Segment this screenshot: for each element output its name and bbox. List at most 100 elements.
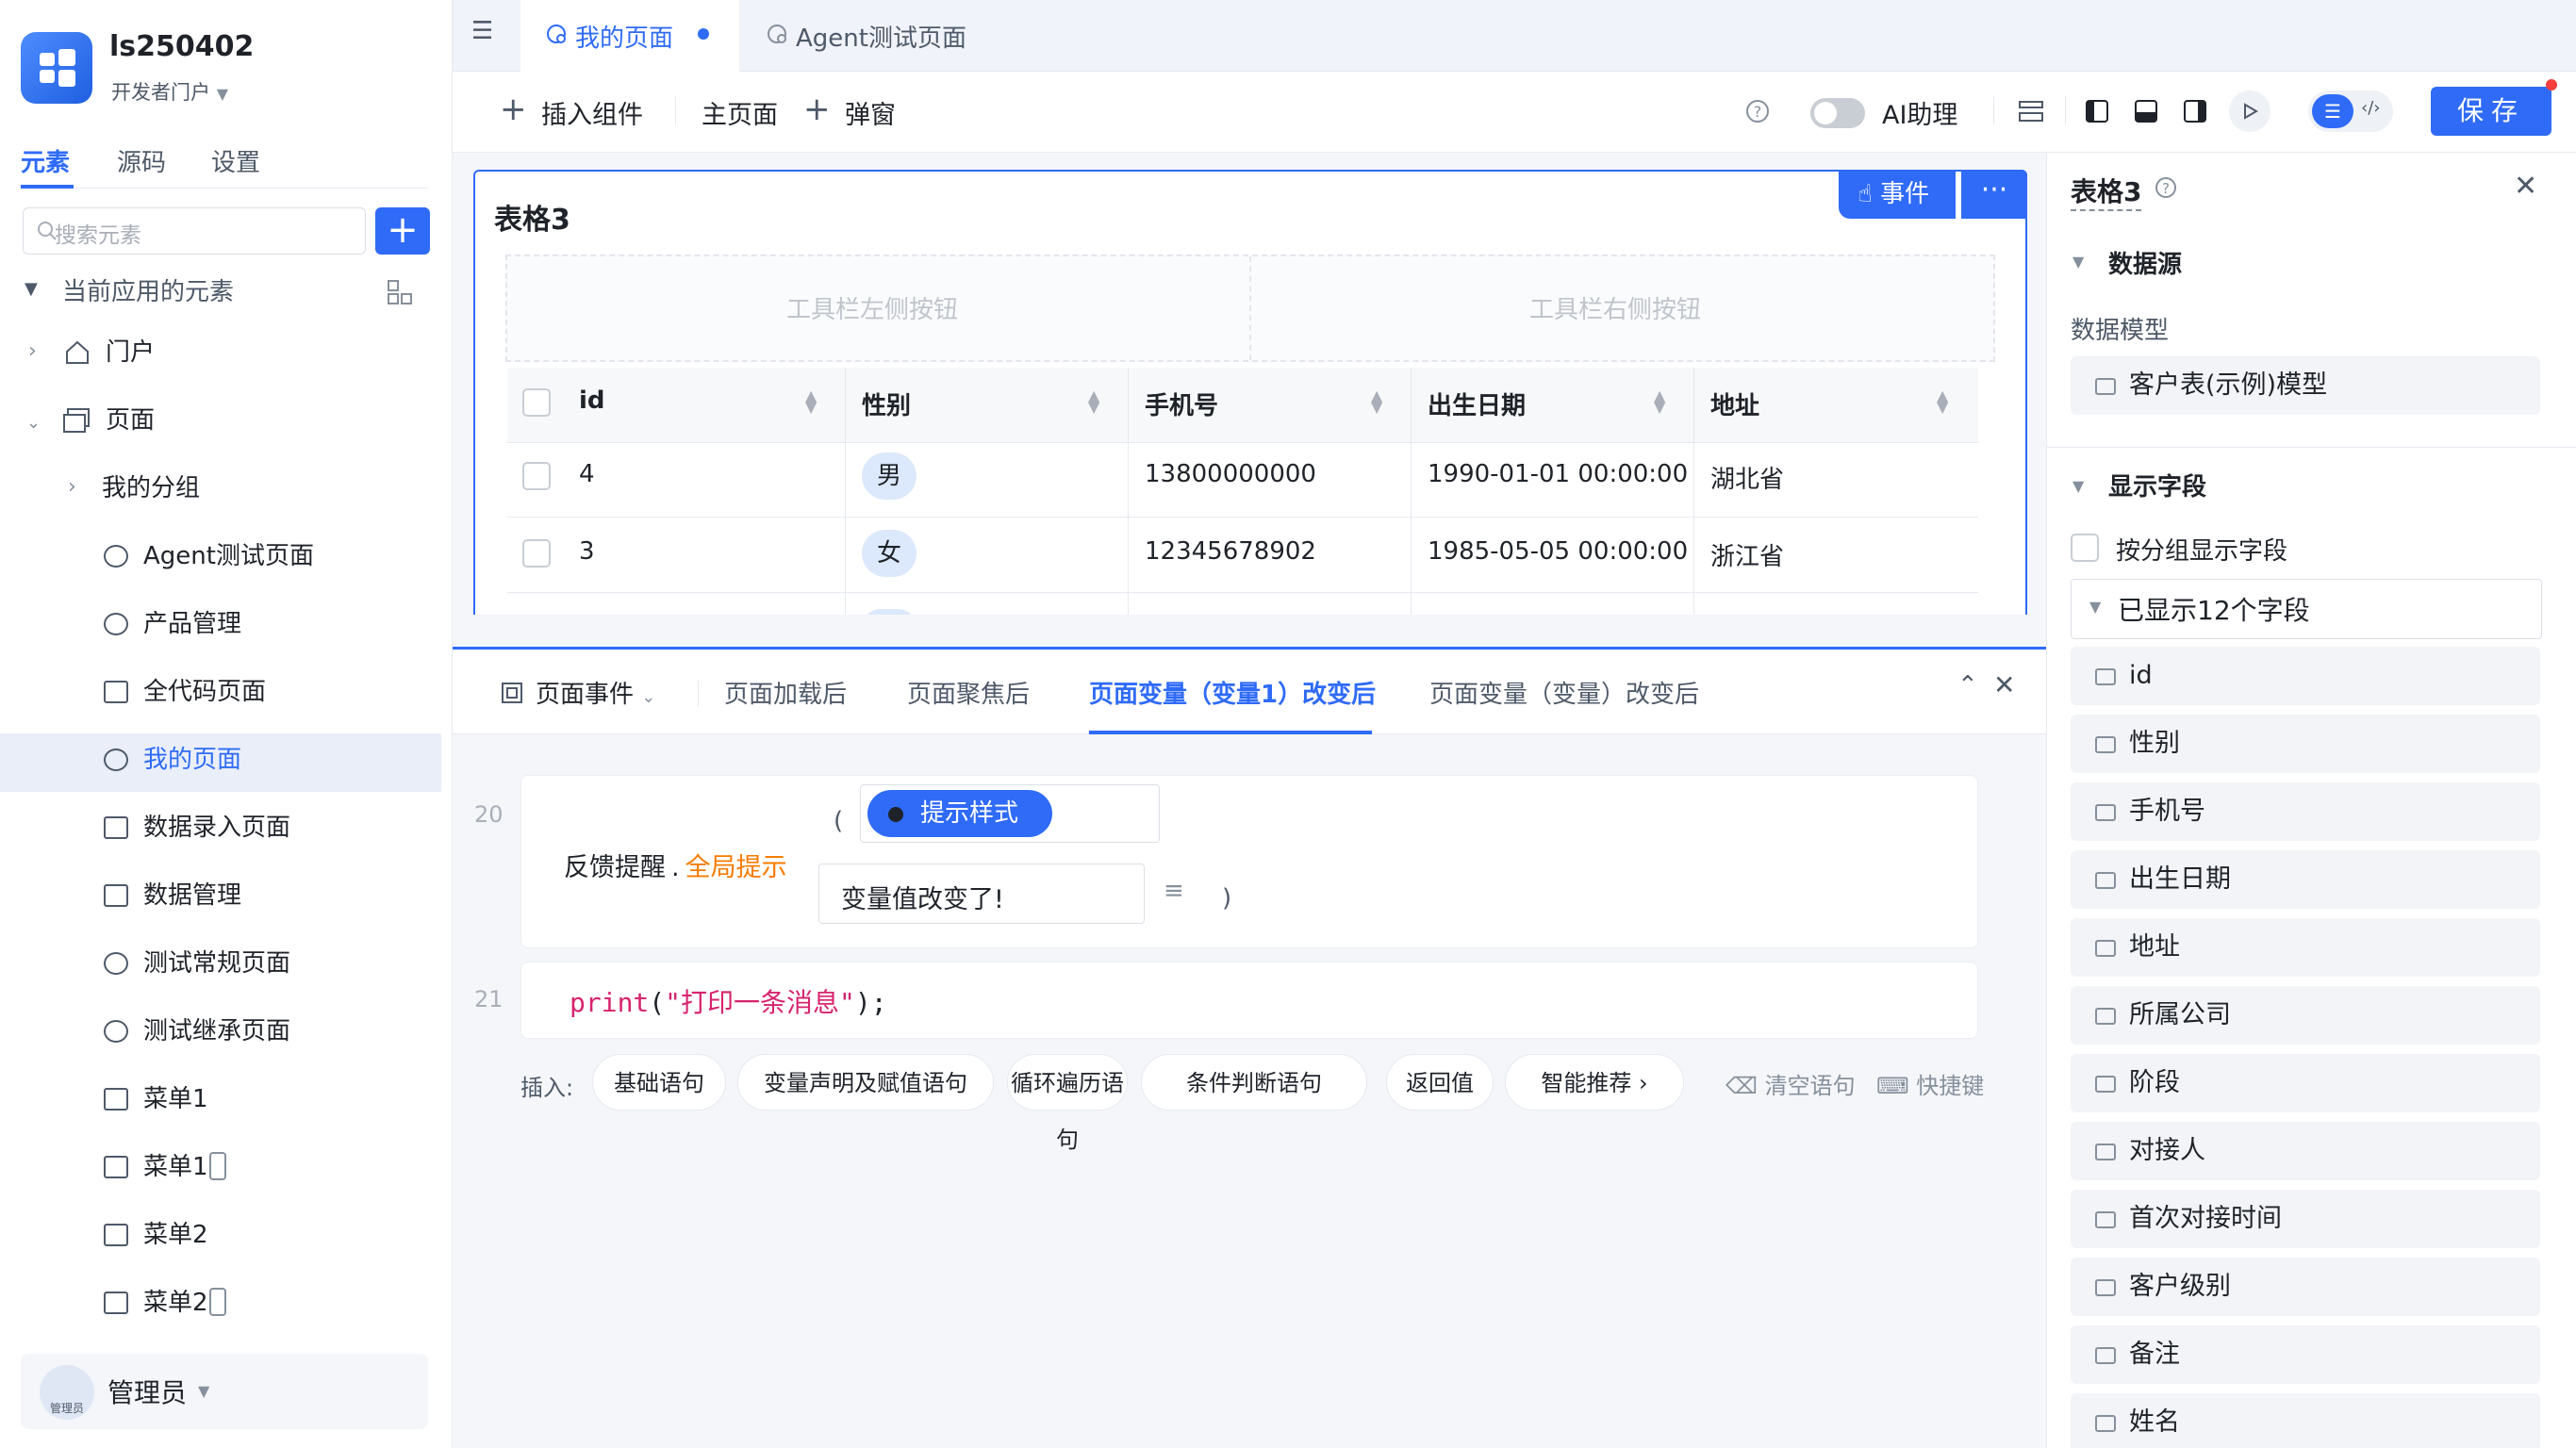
left-toolbar-placeholder[interactable]: 工具栏左侧按钮 — [786, 290, 958, 325]
tree-item-page[interactable]: 测试常规页面 — [143, 935, 290, 992]
table-cell: 1985-05-05 00:00:00 — [1428, 537, 1689, 566]
field-item[interactable]: 手机号 — [2071, 782, 2540, 841]
select-all-checkbox[interactable] — [522, 388, 551, 417]
tree-item-page[interactable]: 全代码页面 — [143, 664, 266, 720]
sort-icon[interactable]: ▲ ▼ — [805, 388, 817, 415]
tab-elements[interactable]: 元素 — [21, 143, 70, 178]
tree-item-page[interactable]: 数据录入页面 — [143, 799, 290, 856]
close-icon[interactable]: ✕ — [2514, 170, 2537, 203]
right-toolbar-placeholder[interactable]: 工具栏右侧按钮 — [1529, 290, 1701, 325]
tab-settings[interactable]: 设置 — [211, 143, 260, 178]
event-button[interactable]: ☝ 事件 — [1839, 170, 1956, 219]
tree-item-page[interactable]: 菜单2 — [143, 1207, 208, 1263]
code-mode-icon[interactable]: ‹/› — [2361, 98, 2380, 118]
field-item[interactable]: 性别 — [2071, 715, 2540, 773]
insert-chip[interactable]: 循环遍历语句 — [1007, 1054, 1128, 1153]
add-element-button[interactable]: + — [375, 207, 430, 255]
structure-icon[interactable] — [387, 279, 413, 305]
insert-chip[interactable]: 智能推荐 › — [1505, 1054, 1684, 1111]
group-display-checkbox[interactable] — [2071, 534, 2099, 562]
shortcut-button[interactable]: ⌨ 快捷键 — [1876, 1067, 1984, 1100]
column-header[interactable]: 出生日期 — [1428, 387, 1526, 421]
table-cell: 13800000000 — [1145, 460, 1316, 488]
tab-page-load[interactable]: 页面加载后 — [724, 675, 847, 710]
collapse-sidebar-icon[interactable]: ☰ — [471, 17, 493, 45]
field-item[interactable]: 姓名 — [2071, 1393, 2540, 1448]
bottom-panel-icon[interactable] — [2133, 98, 2159, 124]
column-header[interactable]: id — [579, 387, 605, 415]
portal-selector[interactable]: 开发者门户 ▼ — [111, 77, 228, 106]
tree-item-portal[interactable]: 门户 — [106, 324, 155, 381]
field-item[interactable]: 首次对接时间 — [2071, 1190, 2540, 1248]
tab-page-focus[interactable]: 页面聚焦后 — [907, 675, 1030, 710]
collapse-icon[interactable]: ▼ — [2072, 253, 2084, 271]
sort-icon[interactable]: ▲ ▼ — [1937, 388, 1948, 415]
tab-var-change[interactable]: 页面变量（变量）改变后 — [1429, 675, 1699, 710]
field-item[interactable]: 地址 — [2071, 918, 2540, 977]
ai-toggle[interactable] — [1810, 98, 1865, 128]
chevron-down-icon[interactable]: ⌄ — [26, 413, 41, 433]
caret-down-icon[interactable]: ▼ — [198, 1382, 209, 1400]
insert-component-button[interactable]: 插入组件 — [541, 94, 643, 131]
field-item[interactable]: id — [2071, 647, 2540, 705]
event-type-select[interactable]: 页面事件 ⌄ — [536, 675, 655, 710]
column-header[interactable]: 性别 — [862, 387, 911, 421]
tree-item-page[interactable]: Agent测试页面 — [143, 528, 314, 584]
sort-icon[interactable]: ▲ ▼ — [1088, 388, 1099, 415]
sort-icon[interactable]: ▲ ▼ — [1371, 388, 1382, 415]
wrap-icon[interactable]: ≡ — [1164, 877, 1184, 905]
save-button[interactable]: 保存 — [2431, 87, 2551, 136]
tree-item-page[interactable]: 菜单1 — [143, 1071, 208, 1127]
main-page-button[interactable]: 主页面 — [702, 94, 778, 131]
popup-button[interactable]: 弹窗 — [845, 94, 896, 131]
field-item[interactable]: 出生日期 — [2071, 850, 2540, 909]
ai-assistant-label: AI助理 — [1882, 101, 1958, 130]
field-item[interactable]: 阶段 — [2071, 1054, 2540, 1112]
chevron-right-icon[interactable]: › — [28, 339, 37, 363]
left-panel-icon[interactable] — [2084, 98, 2110, 124]
collapse-icon[interactable]: ▼ — [2072, 477, 2084, 495]
close-icon[interactable]: ✕ — [1993, 669, 2015, 700]
column-header[interactable]: 地址 — [1710, 387, 1759, 421]
field-type-icon — [2095, 871, 2116, 889]
more-options-button[interactable]: ··· — [1961, 170, 2027, 219]
row-checkbox[interactable] — [522, 539, 551, 568]
collapse-icon[interactable]: ▼ — [25, 279, 38, 299]
page-icon — [768, 25, 786, 43]
tree-item-page[interactable]: 菜单1 — [143, 1139, 208, 1195]
tree-item-page[interactable]: 产品管理 — [143, 596, 241, 652]
tree-item-page[interactable]: 我的页面 — [143, 732, 241, 788]
tab-divider — [21, 188, 428, 189]
tree-item-page[interactable]: 测试继承页面 — [143, 1003, 290, 1060]
insert-chip[interactable]: 返回值 — [1386, 1054, 1494, 1111]
insert-chip[interactable]: 条件判断语句 — [1141, 1054, 1367, 1111]
clear-statements-button[interactable]: ⌫ 清空语句 — [1726, 1067, 1856, 1100]
chevron-right-icon[interactable]: › — [68, 475, 76, 499]
tree-item-page[interactable]: 菜单2 — [143, 1275, 208, 1331]
help-icon[interactable]: ? — [1744, 98, 1771, 124]
data-model-select[interactable]: 客户表(示例)模型 — [2071, 356, 2540, 415]
tree-item-page[interactable]: 数据管理 — [143, 867, 241, 924]
datasource-section[interactable]: 数据源 — [2108, 245, 2182, 280]
field-item[interactable]: 对接人 — [2071, 1122, 2540, 1180]
field-item[interactable]: 所属公司 — [2071, 986, 2540, 1045]
layout-icon[interactable] — [2018, 100, 2044, 123]
tree-item-pages[interactable]: 页面 — [106, 392, 155, 449]
insert-chip[interactable]: 基础语句 — [592, 1054, 726, 1111]
tab-agent-test[interactable]: Agent测试页面 — [796, 19, 966, 54]
field-item[interactable]: 备注 — [2071, 1325, 2540, 1384]
column-header[interactable]: 手机号 — [1145, 387, 1218, 421]
help-icon[interactable]: ? — [2154, 175, 2178, 200]
sort-icon[interactable]: ▲ ▼ — [1654, 388, 1665, 415]
display-fields-section[interactable]: 显示字段 — [2108, 468, 2206, 502]
right-panel-icon[interactable] — [2182, 98, 2208, 124]
style-tag[interactable]: 提示样式 — [867, 790, 1052, 837]
row-checkbox[interactable] — [522, 462, 551, 490]
tab-source[interactable]: 源码 — [117, 143, 166, 178]
tree-item-group[interactable]: 我的分组 — [102, 460, 200, 517]
visual-mode-icon[interactable]: ☰ — [2312, 94, 2353, 128]
tab-var1-change[interactable]: 页面变量（变量1）改变后 — [1089, 675, 1376, 710]
insert-chip[interactable]: 变量声明及赋值语句 — [737, 1054, 994, 1111]
chevron-up-icon[interactable]: ⌃ — [1957, 671, 1978, 699]
field-item[interactable]: 客户级别 — [2071, 1258, 2540, 1316]
